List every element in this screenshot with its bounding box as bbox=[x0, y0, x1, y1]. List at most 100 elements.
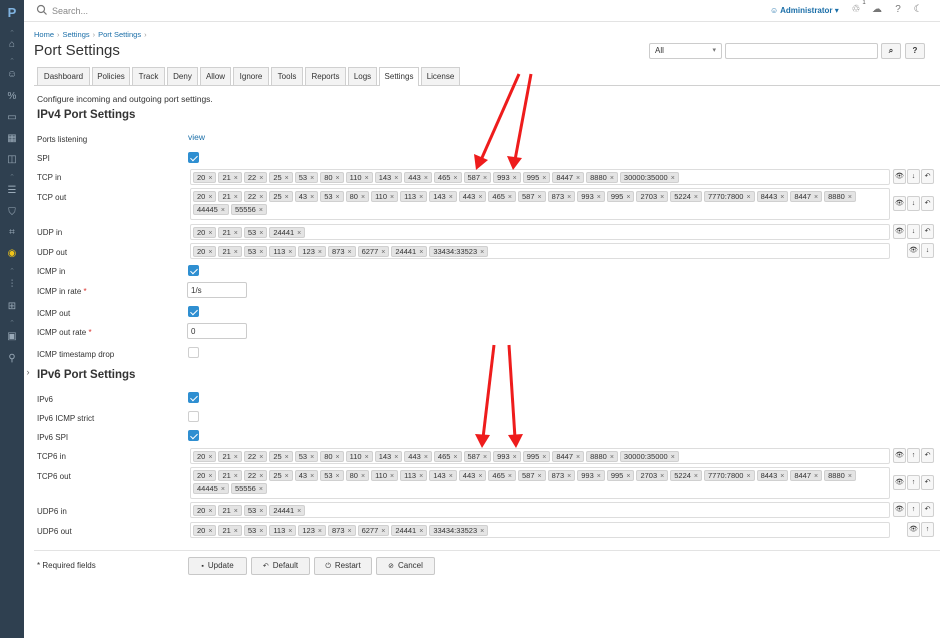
remove-tag-icon[interactable]: × bbox=[746, 473, 750, 480]
remove-tag-icon[interactable]: × bbox=[259, 207, 263, 214]
remove-tag-icon[interactable]: × bbox=[310, 473, 314, 480]
remove-tag-icon[interactable]: × bbox=[848, 194, 852, 201]
remove-tag-icon[interactable]: × bbox=[318, 249, 322, 256]
udp-in-reset-button[interactable]: ↶ bbox=[921, 224, 934, 239]
layout-icon[interactable]: ◫ bbox=[5, 153, 19, 167]
tcp-in-view-button[interactable]: 👁 bbox=[893, 169, 906, 184]
remove-tag-icon[interactable]: × bbox=[394, 454, 398, 461]
remove-tag-icon[interactable]: × bbox=[542, 454, 546, 461]
tcp-in-reset-button[interactable]: ↶ bbox=[921, 169, 934, 184]
remove-tag-icon[interactable]: × bbox=[208, 528, 212, 535]
remove-tag-icon[interactable]: × bbox=[297, 508, 301, 515]
remove-tag-icon[interactable]: × bbox=[610, 175, 614, 182]
remove-tag-icon[interactable]: × bbox=[419, 194, 423, 201]
remove-tag-icon[interactable]: × bbox=[480, 249, 484, 256]
tcp-out-view-button[interactable]: 👁 bbox=[893, 196, 906, 211]
tcp6-out-reset-button[interactable]: ↶ bbox=[921, 475, 934, 490]
chevron-up-icon[interactable]: ⌃ bbox=[7, 58, 17, 66]
firewall-plugin-icon[interactable]: ◉ bbox=[5, 247, 19, 261]
udp-in-sort-button[interactable]: ↓ bbox=[907, 224, 920, 239]
remove-tag-icon[interactable]: × bbox=[259, 473, 263, 480]
remove-tag-icon[interactable]: × bbox=[234, 473, 238, 480]
udp6-out-view-button[interactable]: 👁 bbox=[907, 522, 920, 537]
remove-tag-icon[interactable]: × bbox=[508, 194, 512, 201]
tab-logs[interactable]: Logs bbox=[348, 67, 377, 85]
udp6-out-ports[interactable]: 20 × 21 × 53 × 113 × 123 × 873 × 6277 × 24441 × 33434:33… bbox=[190, 522, 890, 538]
user-menu[interactable]: ☺ Administrator ▾ bbox=[770, 5, 839, 17]
remove-tag-icon[interactable]: × bbox=[259, 486, 263, 493]
remove-tag-icon[interactable]: × bbox=[259, 454, 263, 461]
remove-tag-icon[interactable]: × bbox=[208, 454, 212, 461]
chevron-up-icon[interactable]: ⌃ bbox=[7, 320, 17, 328]
remove-tag-icon[interactable]: × bbox=[259, 508, 263, 515]
update-button[interactable]: ▪ Update bbox=[188, 557, 247, 575]
restart-button[interactable]: ⏻ Restart bbox=[314, 557, 372, 575]
remove-tag-icon[interactable]: × bbox=[208, 249, 212, 256]
remove-tag-icon[interactable]: × bbox=[234, 249, 238, 256]
remove-tag-icon[interactable]: × bbox=[567, 194, 571, 201]
udp6-in-view-button[interactable]: 👁 bbox=[893, 502, 906, 517]
global-search-input[interactable] bbox=[52, 3, 252, 18]
remove-tag-icon[interactable]: × bbox=[285, 194, 289, 201]
wrench-icon[interactable]: ⚲ bbox=[5, 352, 19, 366]
list-icon[interactable]: ☰ bbox=[5, 184, 19, 198]
remove-tag-icon[interactable]: × bbox=[208, 230, 212, 237]
remove-tag-icon[interactable]: × bbox=[576, 175, 580, 182]
remove-tag-icon[interactable]: × bbox=[234, 508, 238, 515]
tab-policies[interactable]: Policies bbox=[92, 67, 130, 85]
remove-tag-icon[interactable]: × bbox=[576, 454, 580, 461]
remove-tag-icon[interactable]: × bbox=[348, 528, 352, 535]
remove-tag-icon[interactable]: × bbox=[419, 249, 423, 256]
icmp-in-checkbox[interactable] bbox=[188, 265, 199, 276]
remove-tag-icon[interactable]: × bbox=[336, 473, 340, 480]
sliders-icon[interactable]: ⫶ bbox=[5, 278, 19, 292]
spi-checkbox[interactable] bbox=[188, 152, 199, 163]
remove-tag-icon[interactable]: × bbox=[694, 473, 698, 480]
remove-tag-icon[interactable]: × bbox=[390, 194, 394, 201]
remove-tag-icon[interactable]: × bbox=[480, 528, 484, 535]
user-icon[interactable]: ☺ bbox=[5, 68, 19, 82]
tab-tools[interactable]: Tools bbox=[271, 67, 303, 85]
remove-tag-icon[interactable]: × bbox=[694, 194, 698, 201]
help-icon[interactable]: ? bbox=[892, 4, 904, 16]
percent-icon[interactable]: % bbox=[5, 90, 19, 104]
remove-tag-icon[interactable]: × bbox=[513, 175, 517, 182]
remove-tag-icon[interactable]: × bbox=[660, 473, 664, 480]
remove-tag-icon[interactable]: × bbox=[336, 194, 340, 201]
tab-allow[interactable]: Allow bbox=[200, 67, 231, 85]
cancel-button[interactable]: ⊘ Cancel bbox=[376, 557, 435, 575]
ports-listening-view-link[interactable]: view bbox=[188, 132, 205, 143]
remove-tag-icon[interactable]: × bbox=[234, 194, 238, 201]
remove-tag-icon[interactable]: × bbox=[626, 194, 630, 201]
remove-tag-icon[interactable]: × bbox=[208, 175, 212, 182]
remove-tag-icon[interactable]: × bbox=[478, 194, 482, 201]
icmp-out-checkbox[interactable] bbox=[188, 306, 199, 317]
chevron-up-icon[interactable]: ⌃ bbox=[7, 268, 17, 276]
remove-tag-icon[interactable]: × bbox=[453, 454, 457, 461]
tcp-in-sort-button[interactable]: ↓ bbox=[907, 169, 920, 184]
remove-tag-icon[interactable]: × bbox=[508, 473, 512, 480]
remove-tag-icon[interactable]: × bbox=[234, 528, 238, 535]
remove-tag-icon[interactable]: × bbox=[365, 175, 369, 182]
remove-tag-icon[interactable]: × bbox=[394, 175, 398, 182]
remove-tag-icon[interactable]: × bbox=[671, 175, 675, 182]
remove-tag-icon[interactable]: × bbox=[259, 230, 263, 237]
monitor-icon[interactable]: ▭ bbox=[5, 111, 19, 125]
udp6-in-reset-button[interactable]: ↶ bbox=[921, 502, 934, 517]
udp-out-view-button[interactable]: 👁 bbox=[907, 243, 920, 258]
app-logo-icon[interactable]: P bbox=[5, 6, 19, 20]
remove-tag-icon[interactable]: × bbox=[483, 454, 487, 461]
udp-out-sort-button[interactable]: ↓ bbox=[921, 243, 934, 258]
default-button[interactable]: ↶ Default bbox=[251, 557, 310, 575]
tcp-in-ports[interactable]: 20 × 21 × 22 × 25 × 53 × 80 × 110 × 143 × 443 × 465 × 587 × 99… bbox=[190, 169, 890, 185]
remove-tag-icon[interactable]: × bbox=[234, 230, 238, 237]
remove-tag-icon[interactable]: × bbox=[419, 528, 423, 535]
grid-icon[interactable]: ▦ bbox=[5, 132, 19, 146]
tcp6-in-reset-button[interactable]: ↶ bbox=[921, 448, 934, 463]
filter-search-button[interactable]: ⌕ bbox=[881, 43, 901, 59]
home-icon[interactable]: ⌂ bbox=[5, 38, 19, 52]
remove-tag-icon[interactable]: × bbox=[285, 473, 289, 480]
remove-tag-icon[interactable]: × bbox=[348, 249, 352, 256]
filter-search-input[interactable] bbox=[725, 43, 878, 59]
remove-tag-icon[interactable]: × bbox=[626, 473, 630, 480]
